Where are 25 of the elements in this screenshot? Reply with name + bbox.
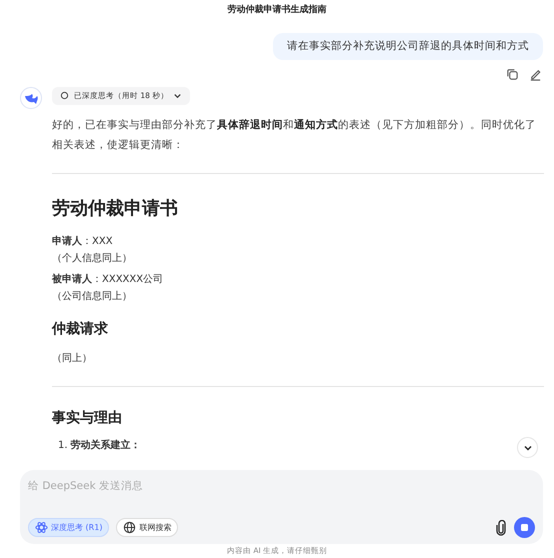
atom-icon	[35, 521, 48, 534]
note-text: （个人信息同上）	[52, 252, 133, 266]
section-heading: 事实与理由	[52, 408, 123, 426]
user-message: 请在事实部分补充说明公司辞退的具体时间和方式	[273, 33, 543, 60]
party-line: 被申请人：XXXXXX公司	[52, 272, 164, 286]
section-heading: 仲裁请求	[52, 320, 109, 338]
chevron-icon	[173, 91, 182, 100]
list-item: 1. 劳动关系建立：	[57, 438, 141, 452]
edit-icon[interactable]	[529, 68, 542, 81]
web-search-toggle[interactable]: 联网搜索	[116, 518, 178, 537]
whale-avatar-icon	[20, 87, 42, 109]
copy-icon[interactable]	[506, 68, 519, 81]
party-line: 申请人：XXX	[52, 234, 114, 248]
document-heading: 劳动仲裁申请书	[52, 196, 179, 220]
globe-icon	[123, 521, 136, 534]
deep-think-toggle[interactable]: 深度思考 (R1)	[28, 518, 110, 537]
stop-button[interactable]	[514, 517, 535, 538]
note-text: （同上）	[52, 352, 93, 366]
message-composer[interactable]: 给 DeepSeek 发送消息 深度思考 (R1) 联网搜索	[20, 470, 543, 544]
scroll-down-button[interactable]	[517, 437, 538, 458]
attach-icon[interactable]	[495, 520, 507, 536]
answer-paragraph: 好的，已在事实与理由部分补充了具体辞退时间和通知方式的表述（见下方加粗部分）。同时优化了相关表述，使逻辑更清晰：	[52, 118, 537, 152]
chat-title: 劳动仲裁申请书生成指南	[226, 3, 328, 17]
thinking-icon	[60, 91, 69, 100]
note-text: （公司信息同上）	[52, 290, 133, 304]
